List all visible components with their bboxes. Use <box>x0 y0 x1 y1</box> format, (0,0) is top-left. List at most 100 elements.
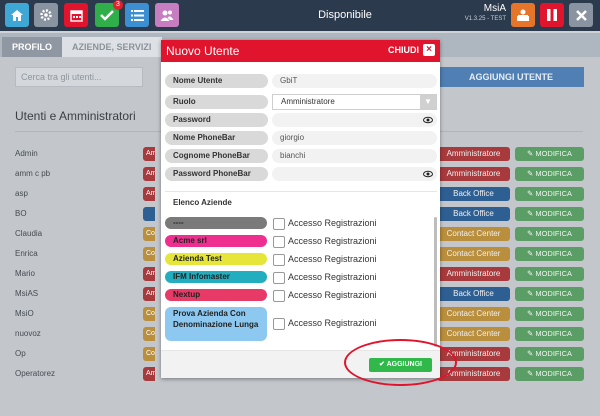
user-role-badge-left: Co <box>143 327 155 341</box>
field-label: Ruolo <box>165 95 268 109</box>
user-role-badge-left: Co <box>143 247 155 261</box>
access-checkbox[interactable] <box>273 318 285 330</box>
search-input[interactable]: Cerca tra gli utenti... <box>15 67 143 87</box>
user-role-badge: Amministratore <box>437 267 510 281</box>
list-button[interactable] <box>125 3 149 27</box>
modify-user-button[interactable]: ✎ MODIFICA <box>515 167 584 181</box>
add-user-button[interactable]: AGGIUNGI UTENTE <box>438 67 584 87</box>
user-role-badge: Amministratore <box>437 147 510 161</box>
company-row: Acme srl Accesso Registrazioni <box>165 235 433 248</box>
modify-user-button[interactable]: ✎ MODIFICA <box>515 187 584 201</box>
app-version: V1.3.25 - TEST <box>464 16 506 22</box>
company-row: Nextup Accesso Registrazioni <box>165 289 433 302</box>
top-bar: 3 Disponibile MsiA V1.3.25 - TEST <box>0 0 600 31</box>
field-row-username: Nome Utente GbiT <box>165 74 437 88</box>
pause-button[interactable] <box>540 3 564 27</box>
user-role-badge-left: Am <box>143 267 155 281</box>
user-info: MsiA V1.3.25 - TEST <box>465 3 506 22</box>
company-badge: Nextup <box>165 289 267 301</box>
modify-user-button[interactable]: ✎ MODIFICA <box>515 287 584 301</box>
tasks-button[interactable]: 3 <box>95 0 123 27</box>
modify-user-button[interactable]: ✎ MODIFICA <box>515 347 584 361</box>
receptionist-button[interactable] <box>511 3 535 27</box>
companies-title: Elenco Aziende <box>173 198 232 207</box>
user-role-badge: Amministratore <box>437 167 510 181</box>
user-role-badge-left: Am <box>143 287 155 301</box>
eye-icon[interactable] <box>423 115 433 125</box>
user-role-badge: Back Office <box>437 187 510 201</box>
close-label: CHIUDI <box>388 45 419 55</box>
modify-user-button[interactable]: ✎ MODIFICA <box>515 207 584 221</box>
users-button[interactable] <box>155 3 179 27</box>
company-row: ---- Accesso Registrazioni <box>165 217 433 230</box>
user-name: amm c pb <box>15 169 51 178</box>
eye-icon[interactable] <box>423 169 433 179</box>
access-checkbox[interactable] <box>273 218 285 230</box>
user-role-badge-left: Co <box>143 307 155 321</box>
close-dialog-button[interactable]: CHIUDI × <box>388 44 435 56</box>
modify-user-button[interactable]: ✎ MODIFICA <box>515 147 584 161</box>
company-badge: IFM Infomaster <box>165 271 267 283</box>
availability-status[interactable]: Disponibile <box>300 0 390 31</box>
field-label: Nome PhoneBar <box>165 131 268 145</box>
modify-user-button[interactable]: ✎ MODIFICA <box>515 367 584 381</box>
checkmark-icon <box>100 10 114 21</box>
companies-scrollbar[interactable] <box>434 217 437 347</box>
user-role-badge-left <box>143 207 155 221</box>
user-role-badge: Back Office <box>437 287 510 301</box>
user-role-badge: Contact Center <box>437 227 510 241</box>
home-icon <box>11 9 23 21</box>
user-role-badge-left: Am <box>143 367 155 381</box>
user-role-badge-left: Co <box>143 227 155 241</box>
modify-label: MODIFICA <box>535 149 573 158</box>
modify-user-button[interactable]: ✎ MODIFICA <box>515 327 584 341</box>
modify-label: MODIFICA <box>535 349 573 358</box>
home-button[interactable] <box>5 3 29 27</box>
modify-label: MODIFICA <box>535 289 573 298</box>
password-input[interactable] <box>272 113 437 127</box>
modify-label: MODIFICA <box>535 209 573 218</box>
modify-user-button[interactable]: ✎ MODIFICA <box>515 307 584 321</box>
field-label: Cognome PhoneBar <box>165 149 268 163</box>
modify-label: MODIFICA <box>535 269 573 278</box>
access-checkbox[interactable] <box>273 236 285 248</box>
field-row-role: Ruolo Amministratore ▼ <box>165 94 437 110</box>
modify-user-button[interactable]: ✎ MODIFICA <box>515 247 584 261</box>
settings-button[interactable] <box>34 3 58 27</box>
user-role-badge: Contact Center <box>437 307 510 321</box>
tab-profilo[interactable]: PROFILO <box>2 37 62 57</box>
phonebar-surname-input[interactable]: bianchi <box>272 149 437 163</box>
user-name: Operatorez <box>15 369 56 378</box>
tab-aziende[interactable]: AZIENDE, SERVIZI E <box>62 37 162 57</box>
exit-button[interactable] <box>569 3 593 27</box>
username-input[interactable]: GbiT <box>272 74 437 88</box>
user-role-badge-left: Co <box>143 347 155 361</box>
access-checkbox[interactable] <box>273 290 285 302</box>
field-row-phonebar-password: Password PhoneBar <box>165 167 437 181</box>
role-select-value: Amministratore <box>281 97 335 106</box>
access-label: Accesso Registrazioni <box>288 236 377 246</box>
access-label: Accesso Registrazioni <box>288 290 377 300</box>
chevron-down-icon: ▼ <box>420 95 436 109</box>
access-label: Accesso Registrazioni <box>288 318 377 328</box>
field-label: Password <box>165 113 268 127</box>
access-checkbox[interactable] <box>273 272 285 284</box>
dialog-header: Nuovo Utente CHIUDI × <box>161 40 440 62</box>
company-row: Azienda Test Accesso Registrazioni <box>165 253 433 266</box>
user-name: MsiO <box>15 309 34 318</box>
modify-user-button[interactable]: ✎ MODIFICA <box>515 267 584 281</box>
user-role-badge-left: Am <box>143 187 155 201</box>
modify-user-button[interactable]: ✎ MODIFICA <box>515 227 584 241</box>
field-label: Nome Utente <box>165 74 268 88</box>
role-select[interactable]: Amministratore ▼ <box>272 94 437 110</box>
phonebar-password-input[interactable] <box>272 167 437 181</box>
access-checkbox[interactable] <box>273 254 285 266</box>
phonebar-name-input[interactable]: giorgio <box>272 131 437 145</box>
calendar-button[interactable] <box>64 3 88 27</box>
user-role-badge-left: Am <box>143 147 155 161</box>
close-icon <box>575 9 587 21</box>
highlight-circle <box>344 339 457 386</box>
user-name: nuovoz <box>15 329 41 338</box>
modify-label: MODIFICA <box>535 309 573 318</box>
field-label: Password PhoneBar <box>165 167 268 181</box>
